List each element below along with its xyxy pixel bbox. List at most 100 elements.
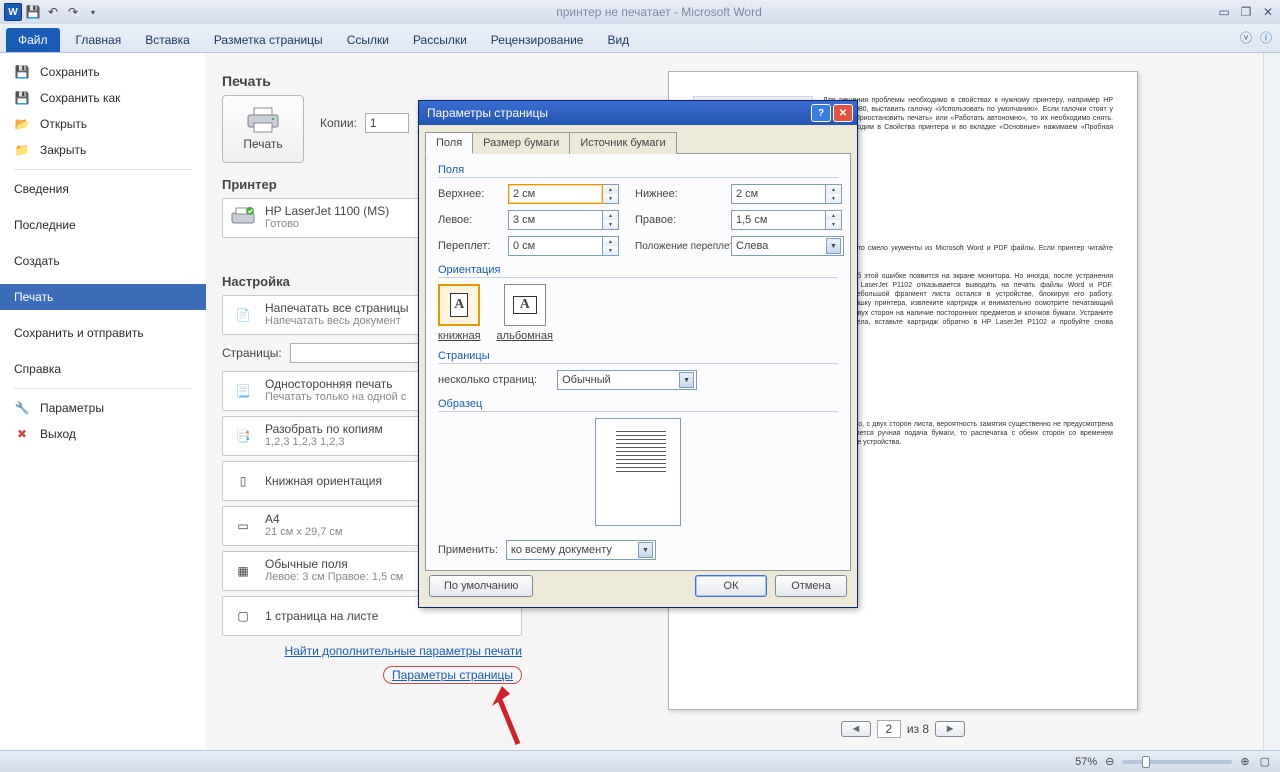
- bottom-spinner[interactable]: ▲▼: [826, 184, 842, 204]
- sample-legend: Образец: [438, 398, 838, 412]
- gutter-pos-select[interactable]: Слева▼: [731, 236, 844, 256]
- qat-dropdown-icon[interactable]: ▾: [84, 3, 102, 21]
- tab-review[interactable]: Рецензирование: [479, 28, 596, 52]
- bottom-input[interactable]: 2 см: [731, 184, 826, 204]
- next-page-button[interactable]: ►: [935, 721, 965, 737]
- tab-references[interactable]: Ссылки: [335, 28, 401, 52]
- redo-icon[interactable]: ↷: [64, 3, 82, 21]
- tab-home[interactable]: Главная: [64, 28, 134, 52]
- tab-layout[interactable]: Разметка страницы: [202, 28, 335, 52]
- exit-icon: ✖: [14, 426, 30, 442]
- top-spinner[interactable]: ▲▼: [603, 184, 619, 204]
- tab-mailings[interactable]: Рассылки: [401, 28, 479, 52]
- zoom-value: 57%: [1075, 756, 1097, 768]
- tab-margins[interactable]: Поля: [425, 132, 473, 154]
- current-page-input[interactable]: 2: [877, 720, 901, 738]
- close-icon[interactable]: ✕: [1260, 5, 1276, 19]
- nav-share[interactable]: Сохранить и отправить: [0, 320, 206, 346]
- cancel-button[interactable]: Отмена: [775, 575, 847, 597]
- tab-file[interactable]: Файл: [6, 28, 60, 52]
- default-button[interactable]: По умолчанию: [429, 575, 533, 597]
- apply-to-select[interactable]: ко всему документу▼: [506, 540, 656, 560]
- top-label: Верхнее:: [438, 188, 508, 200]
- help-icon[interactable]: ⓘ: [1260, 29, 1272, 46]
- quick-access-toolbar: W 💾 ↶ ↷ ▾: [4, 3, 102, 21]
- gutter-input[interactable]: 0 см: [508, 236, 603, 256]
- window-title: принтер не печатает - Microsoft Word: [102, 5, 1216, 19]
- right-spinner[interactable]: ▲▼: [826, 210, 842, 230]
- prev-page-button[interactable]: ◄: [841, 721, 871, 737]
- bottom-label: Нижнее:: [621, 188, 731, 200]
- collate-icon: 📑: [229, 422, 257, 450]
- right-input[interactable]: 1,5 см: [731, 210, 826, 230]
- chevron-down-icon: ▼: [638, 542, 653, 558]
- nav-help[interactable]: Справка: [0, 356, 206, 382]
- margins-icon: ▦: [229, 557, 257, 585]
- top-input[interactable]: 2 см: [508, 184, 603, 204]
- nav-print[interactable]: Печать: [0, 284, 206, 310]
- undo-icon[interactable]: ↶: [44, 3, 62, 21]
- page-total: из 8: [907, 722, 929, 736]
- landscape-option[interactable]: A альбомная: [497, 284, 553, 342]
- gutter-label: Переплет:: [438, 240, 508, 252]
- portrait-option[interactable]: A книжная: [438, 284, 481, 342]
- nav-save-as[interactable]: 💾Сохранить как: [0, 85, 206, 111]
- window-controls: ▭ ❐ ✕: [1216, 5, 1276, 19]
- gutter-spinner[interactable]: ▲▼: [603, 236, 619, 256]
- gutter-pos-label: Положение переплета:: [621, 241, 731, 252]
- sample-preview: [595, 418, 681, 526]
- dialog-help-icon[interactable]: ?: [811, 104, 831, 122]
- page-setup-link[interactable]: Параметры страницы: [392, 668, 513, 682]
- find-printer-link[interactable]: Найти дополнительные параметры печати: [285, 644, 522, 658]
- print-button[interactable]: Печать: [222, 95, 304, 163]
- printer-ready-icon: [229, 204, 257, 232]
- scrollbar[interactable]: [1263, 53, 1280, 750]
- nav-exit[interactable]: ✖Выход: [0, 421, 206, 447]
- tab-view[interactable]: Вид: [595, 28, 641, 52]
- zoom-slider[interactable]: [1122, 760, 1232, 764]
- pages-legend: Страницы: [438, 350, 838, 364]
- minimize-ribbon-icon[interactable]: ⓥ: [1240, 29, 1252, 46]
- fit-page-button[interactable]: ▢: [1260, 755, 1270, 768]
- left-spinner[interactable]: ▲▼: [603, 210, 619, 230]
- dialog-close-icon[interactable]: ✕: [833, 104, 853, 122]
- zoom-in-button[interactable]: ⊕: [1240, 755, 1249, 768]
- status-bar: 57% ⊖ ⊕ ▢: [0, 750, 1280, 772]
- open-icon: 📂: [14, 116, 30, 132]
- multi-pages-select[interactable]: Обычный▼: [557, 370, 697, 390]
- one-page-icon: ▢: [229, 602, 257, 630]
- pages-label: Страницы:: [222, 346, 282, 360]
- nav-save[interactable]: 💾Сохранить: [0, 59, 206, 85]
- left-input[interactable]: 3 см: [508, 210, 603, 230]
- nav-open[interactable]: 📂Открыть: [0, 111, 206, 137]
- copies-input[interactable]: 1: [365, 113, 409, 133]
- a4-icon: ▭: [229, 512, 257, 540]
- minimize-icon[interactable]: ▭: [1216, 5, 1232, 19]
- save-icon[interactable]: 💾: [24, 3, 42, 21]
- nav-options[interactable]: 🔧Параметры: [0, 395, 206, 421]
- printer-icon: [246, 107, 280, 133]
- left-label: Левое:: [438, 214, 508, 226]
- page-navigator: ◄ 2 из 8 ►: [841, 720, 965, 738]
- multi-pages-label: несколько страниц:: [438, 374, 537, 386]
- tab-paper-size[interactable]: Размер бумаги: [472, 132, 570, 154]
- dialog-tabs: Поля Размер бумаги Источник бумаги: [425, 131, 851, 154]
- nav-new[interactable]: Создать: [0, 248, 206, 274]
- title-bar: W 💾 ↶ ↷ ▾ принтер не печатает - Microsof…: [0, 0, 1280, 24]
- margins-legend: Поля: [438, 164, 838, 178]
- ribbon: Файл Главная Вставка Разметка страницы С…: [0, 24, 1280, 53]
- nav-recent[interactable]: Последние: [0, 212, 206, 238]
- tab-paper-source[interactable]: Источник бумаги: [569, 132, 676, 154]
- nav-close[interactable]: 📁Закрыть: [0, 137, 206, 163]
- save-as-icon: 💾: [14, 90, 30, 106]
- dialog-titlebar[interactable]: Параметры страницы ? ✕: [419, 101, 857, 125]
- nav-info[interactable]: Сведения: [0, 176, 206, 202]
- orientation-legend: Ориентация: [438, 264, 838, 278]
- tab-insert[interactable]: Вставка: [133, 28, 202, 52]
- chevron-down-icon: ▼: [826, 238, 841, 254]
- zoom-out-button[interactable]: ⊖: [1105, 755, 1114, 768]
- word-icon: W: [4, 3, 22, 21]
- annotation-arrow-icon: [488, 686, 528, 746]
- restore-icon[interactable]: ❐: [1238, 5, 1254, 19]
- ok-button[interactable]: ОК: [695, 575, 767, 597]
